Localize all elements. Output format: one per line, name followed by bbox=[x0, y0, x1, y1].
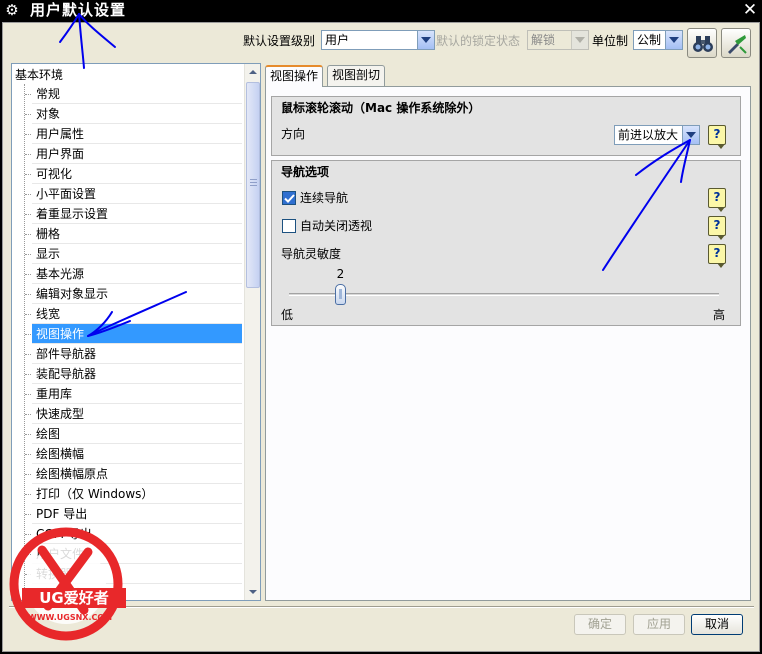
lock-state-dropdown: 解锁 bbox=[527, 30, 589, 50]
tree-item[interactable]: 着重显示设置 bbox=[25, 204, 242, 224]
scroll-up-icon[interactable] bbox=[245, 64, 260, 80]
chevron-down-icon bbox=[571, 31, 588, 49]
chevron-down-icon[interactable] bbox=[417, 31, 434, 49]
tree-item[interactable]: 编辑对象显示 bbox=[25, 284, 242, 304]
sensitivity-slider-thumb[interactable] bbox=[335, 284, 347, 305]
chevron-down-icon[interactable] bbox=[665, 31, 682, 49]
tree-item[interactable]: 基本光源 bbox=[25, 264, 242, 284]
help-icon[interactable]: ? bbox=[708, 244, 726, 268]
settings-level-dropdown[interactable]: 用户 bbox=[321, 30, 435, 50]
tab-view-section[interactable]: 视图剖切 bbox=[327, 65, 386, 86]
tree-item[interactable]: 绘图 bbox=[25, 424, 242, 444]
tree-item[interactable]: 用户属性 bbox=[25, 124, 242, 144]
close-icon[interactable]: ✕ bbox=[740, 1, 760, 19]
tab-panel-view-operation: 鼠标滚轮滚动（Mac 操作系统除外） 方向 前进以放大 ? 导航选项 连续导航 … bbox=[265, 86, 751, 601]
tree-item[interactable]: 重用库 bbox=[25, 384, 242, 404]
tree-item[interactable]: 常规 bbox=[25, 84, 242, 104]
sensitivity-high-label: 高 bbox=[713, 308, 726, 322]
tree-item[interactable]: 视图操作 bbox=[25, 324, 242, 344]
settings-level-value: 用户 bbox=[325, 33, 350, 47]
help-icon[interactable]: ? bbox=[708, 125, 726, 149]
mouse-wheel-group-title: 鼠标滚轮滚动（Mac 操作系统除外） bbox=[281, 101, 481, 115]
title-bar[interactable]: ⚙ 用户默认设置 ✕ bbox=[0, 0, 762, 22]
auto-close-perspective-checkbox[interactable] bbox=[282, 219, 296, 233]
lock-state-value: 解锁 bbox=[531, 33, 556, 47]
navigation-sensitivity-label: 导航灵敏度 bbox=[281, 247, 342, 261]
unit-system-dropdown[interactable]: 公制 bbox=[633, 30, 683, 50]
window-title: 用户默认设置 bbox=[30, 1, 127, 19]
tree-root-basic-environment[interactable]: 基本环境 bbox=[15, 67, 63, 83]
scroll-thumb[interactable] bbox=[246, 82, 260, 288]
cancel-button[interactable]: 取消 bbox=[691, 614, 743, 635]
continuous-navigation-checkbox[interactable] bbox=[282, 191, 296, 205]
direction-value: 前进以放大 bbox=[618, 128, 679, 142]
tree-item[interactable]: PDF 导出 bbox=[25, 504, 242, 524]
chevron-down-icon[interactable] bbox=[682, 126, 699, 144]
tree-item[interactable]: 对象 bbox=[25, 104, 242, 124]
help-icon[interactable]: ? bbox=[708, 216, 726, 240]
grip-icon bbox=[250, 179, 257, 186]
sensitivity-slider-track[interactable] bbox=[289, 293, 719, 296]
unit-system-value: 公制 bbox=[637, 33, 662, 47]
tree-item[interactable]: 快速成型 bbox=[25, 404, 242, 424]
binoculars-icon bbox=[693, 36, 713, 52]
tab-view-operation[interactable]: 视图操作 bbox=[265, 65, 324, 87]
watermark-url-text: WWW.UGSNX.COM bbox=[28, 613, 112, 622]
direction-dropdown[interactable]: 前进以放大 bbox=[614, 125, 700, 145]
tree-item[interactable]: 线宽 bbox=[25, 304, 242, 324]
tree-item[interactable]: 部件导航器 bbox=[25, 344, 242, 364]
sensitivity-value: 2 bbox=[336, 267, 345, 281]
checkmark-icon bbox=[284, 194, 295, 203]
auto-close-perspective-label[interactable]: 自动关闭透视 bbox=[300, 219, 372, 234]
settings-tree[interactable]: 基本环境 常规 对象 用户属性 用户界面 可视化 小平面设置 着重显示设置 栅格 显示 基本光源编… bbox=[11, 63, 261, 601]
direction-label: 方向 bbox=[281, 127, 306, 141]
navigation-options-title: 导航选项 bbox=[281, 165, 330, 179]
unit-system-label: 单位制 bbox=[592, 34, 629, 48]
tree-item[interactable]: 打印（仅 Windows） bbox=[25, 484, 242, 504]
sensitivity-low-label: 低 bbox=[281, 308, 294, 322]
manage-defaults-button[interactable] bbox=[721, 28, 751, 58]
tree-item[interactable]: 小平面设置 bbox=[25, 184, 242, 204]
continuous-navigation-label[interactable]: 连续导航 bbox=[300, 191, 348, 206]
tree-item[interactable]: 绘图横幅原点 bbox=[25, 464, 242, 484]
manage-defaults-icon bbox=[728, 35, 747, 54]
mouse-wheel-group: 鼠标滚轮滚动（Mac 操作系统除外） 方向 前进以放大 ? bbox=[271, 96, 741, 156]
ok-button[interactable]: 确定 bbox=[574, 614, 626, 635]
find-defaults-button[interactable] bbox=[687, 28, 717, 58]
tree-item[interactable]: 用户界面 bbox=[25, 144, 242, 164]
scroll-down-icon[interactable] bbox=[245, 584, 260, 600]
navigation-options-group: 导航选项 连续导航 ? 自动关闭透视 ? 导航灵敏度 ? 2 低 高 bbox=[271, 160, 741, 326]
toolbar: 默认设置级别 用户 默认的锁定状态 解锁 单位制 公制 bbox=[3, 23, 759, 63]
settings-level-label: 默认设置级别 bbox=[243, 34, 316, 48]
tree-item[interactable]: 可视化 bbox=[25, 164, 242, 184]
help-icon[interactable]: ? bbox=[708, 188, 726, 212]
tree-item[interactable]: 绘图横幅 bbox=[25, 444, 242, 464]
gear-icon[interactable]: ⚙ bbox=[4, 2, 20, 18]
ugsnx-watermark-logo: UG爱好者 WWW.UGSNX.COM bbox=[9, 527, 126, 641]
tree-item[interactable]: 显示 bbox=[25, 244, 242, 264]
lock-state-label: 默认的锁定状态 bbox=[436, 34, 521, 48]
tree-item[interactable]: 装配导航器 bbox=[25, 364, 242, 384]
tree-item[interactable]: 栅格 bbox=[25, 224, 242, 244]
tree-scrollbar[interactable] bbox=[244, 64, 260, 600]
watermark-brand-text: UG爱好者 bbox=[39, 589, 109, 607]
apply-button[interactable]: 应用 bbox=[633, 614, 685, 635]
